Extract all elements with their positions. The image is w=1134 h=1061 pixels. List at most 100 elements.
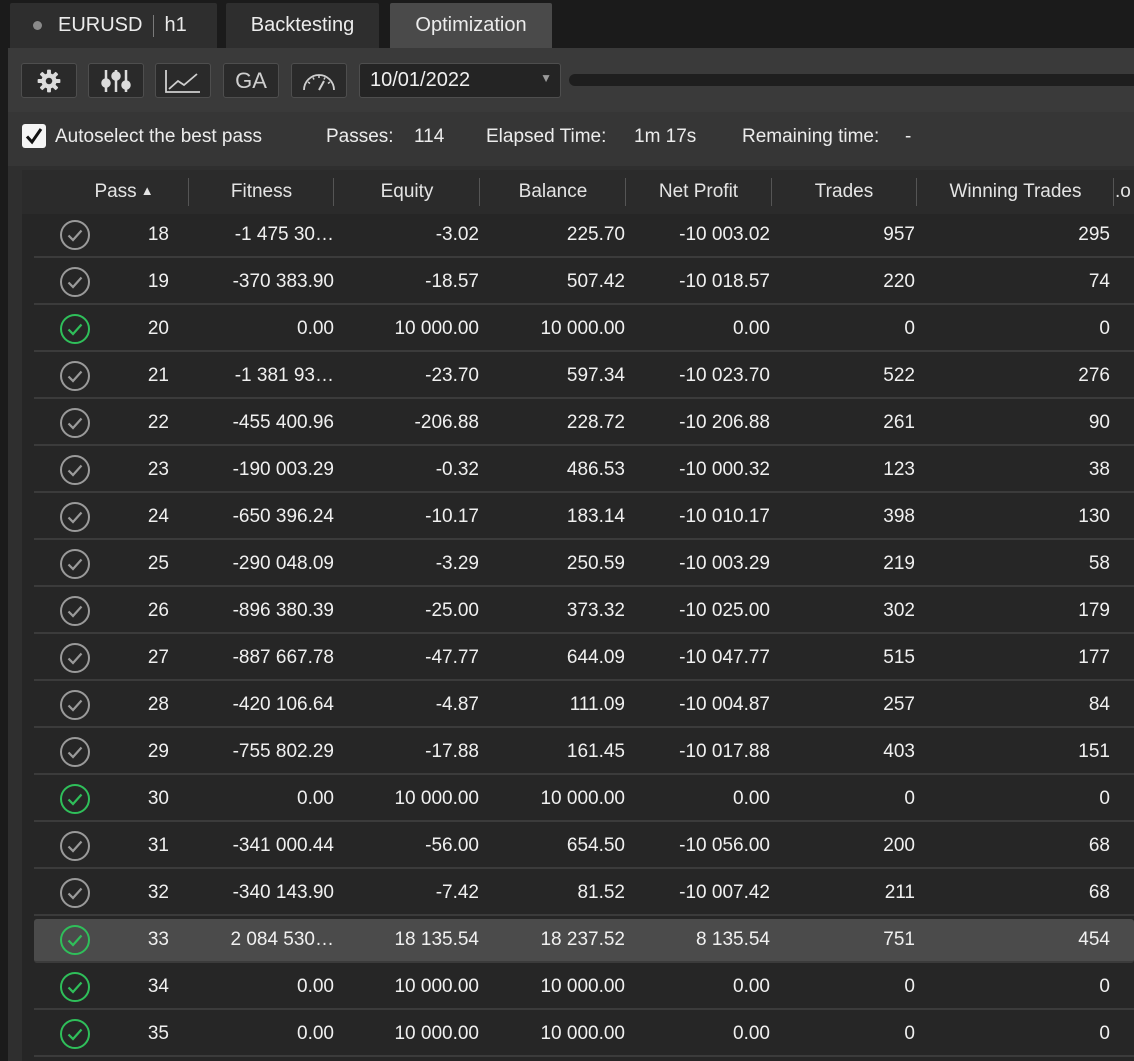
chart-button[interactable] — [155, 63, 211, 98]
cell-net-profit: -10 206.88 — [679, 412, 770, 433]
cell-winning: 276 — [1078, 365, 1110, 386]
column-header-net-profit[interactable]: Net Profit — [626, 170, 771, 214]
remaining-value: - — [905, 126, 912, 147]
cell-trades: 398 — [883, 506, 915, 527]
check-circle-icon — [59, 313, 91, 345]
cell-balance: 373.32 — [566, 600, 625, 621]
cell-net-profit: -10 003.02 — [679, 224, 770, 245]
check-circle-icon — [59, 924, 91, 956]
cell-trades: 257 — [883, 694, 915, 715]
cell-equity: 18 135.54 — [394, 929, 479, 950]
cell-winning: 74 — [1088, 271, 1110, 292]
cell-pass: 21 — [147, 365, 169, 386]
tab-symbol[interactable]: EURUSD h1 — [10, 3, 217, 48]
cell-equity: -0.32 — [435, 459, 479, 480]
table-row[interactable]: 28 -420 106.64 -4.87 111.09 -10 004.87 257 84 — [34, 684, 1134, 728]
cell-trades: 0 — [904, 788, 915, 809]
cell-net-profit: 8 135.54 — [696, 929, 770, 950]
cell-balance: 183.14 — [566, 506, 625, 527]
table-row[interactable]: 34 0.00 10 000.00 10 000.00 0.00 0 0 — [34, 966, 1134, 1010]
cell-pass: 22 — [147, 412, 169, 433]
cell-fitness: -341 000.44 — [232, 835, 334, 856]
table-row[interactable]: 32 -340 143.90 -7.42 81.52 -10 007.42 211 68 — [34, 872, 1134, 916]
speed-button[interactable] — [291, 63, 347, 98]
cell-net-profit: 0.00 — [733, 1023, 770, 1044]
cell-trades: 200 — [883, 835, 915, 856]
table-row[interactable]: 26 -896 380.39 -25.00 373.32 -10 025.00 302 17… — [34, 590, 1134, 634]
cell-winning: 454 — [1078, 929, 1110, 950]
passes-value: 114 — [414, 126, 445, 147]
cell-net-profit: -10 010.17 — [679, 506, 770, 527]
cell-winning: 68 — [1088, 882, 1110, 903]
table-row[interactable]: 30 0.00 10 000.00 10 000.00 0.00 0 0 — [34, 778, 1134, 822]
cell-winning: 90 — [1088, 412, 1110, 433]
column-header-label: .o — [1115, 181, 1131, 202]
cell-equity: -3.02 — [435, 224, 479, 245]
column-header-trades[interactable]: Trades — [772, 170, 916, 214]
column-header-overflow[interactable]: .o — [1115, 170, 1134, 214]
cell-trades: 0 — [904, 976, 915, 997]
elapsed-value: 1m 17s — [634, 126, 697, 147]
sliders-icon — [101, 69, 131, 92]
table-row[interactable]: 21 -1 381 93… -23.70 597.34 -10 023.70 522 276 — [34, 355, 1134, 399]
cell-winning: 0 — [1099, 318, 1110, 339]
cell-pass: 25 — [147, 553, 169, 574]
cell-trades: 261 — [883, 412, 915, 433]
date-select[interactable]: 10/01/2022 ▼ — [359, 63, 561, 98]
cell-fitness: 0.00 — [297, 318, 334, 339]
cell-trades: 957 — [883, 224, 915, 245]
column-header-fitness[interactable]: Fitness — [189, 170, 334, 214]
cell-balance: 10 000.00 — [540, 788, 625, 809]
table-row[interactable]: 27 -887 667.78 -47.77 644.09 -10 047.77 515 17… — [34, 637, 1134, 681]
table-row[interactable]: 20 0.00 10 000.00 10 000.00 0.00 0 0 — [34, 308, 1134, 352]
column-header-winning-trades[interactable]: Winning Trades — [917, 170, 1114, 214]
table-row[interactable]: 31 -341 000.44 -56.00 654.50 -10 056.00 200 68 — [34, 825, 1134, 869]
cell-balance: 250.59 — [566, 553, 625, 574]
cell-balance: 486.53 — [566, 459, 625, 480]
column-header-equity[interactable]: Equity — [334, 170, 480, 214]
dropdown-arrow-icon: ▼ — [540, 71, 552, 85]
cell-trades: 0 — [904, 318, 915, 339]
cell-trades: 123 — [883, 459, 915, 480]
cell-equity: 10 000.00 — [394, 318, 479, 339]
table-row[interactable]: 19 -370 383.90 -18.57 507.42 -10 018.57 220 74 — [34, 261, 1134, 305]
genetic-algorithm-button[interactable]: GA — [223, 63, 279, 98]
parameters-button[interactable] — [88, 63, 144, 98]
table-row[interactable]: 23 -190 003.29 -0.32 486.53 -10 000.32 123 38 — [34, 449, 1134, 493]
cell-winning: 179 — [1078, 600, 1110, 621]
cell-pass: 29 — [147, 741, 169, 762]
check-circle-icon — [59, 595, 91, 627]
cell-balance: 507.42 — [566, 271, 625, 292]
column-divider[interactable] — [1113, 178, 1114, 206]
cell-net-profit: -10 025.00 — [679, 600, 770, 621]
table-row[interactable]: 18 -1 475 30… -3.02 225.70 -10 003.02 957 295 — [34, 214, 1134, 258]
cell-fitness: 0.00 — [297, 788, 334, 809]
tab-backtesting[interactable]: Backtesting — [226, 3, 379, 48]
cell-trades: 0 — [904, 1023, 915, 1044]
column-header-balance[interactable]: Balance — [480, 170, 626, 214]
cell-pass: 18 — [147, 224, 169, 245]
tab-optimization[interactable]: Optimization — [390, 3, 552, 48]
progress-bar — [569, 74, 1134, 86]
table-row[interactable]: 24 -650 396.24 -10.17 183.14 -10 010.17 398 13… — [34, 496, 1134, 540]
autoselect-checkbox[interactable] — [22, 124, 46, 148]
cell-trades: 522 — [883, 365, 915, 386]
cell-net-profit: -10 004.87 — [679, 694, 770, 715]
cell-trades: 211 — [884, 882, 915, 903]
cell-fitness: -190 003.29 — [232, 459, 334, 480]
table-row[interactable]: 33 2 084 530… 18 135.54 18 237.52 8 135.54 75… — [34, 919, 1134, 963]
table-row[interactable]: 29 -755 802.29 -17.88 161.45 -10 017.88 403 15… — [34, 731, 1134, 775]
table-row[interactable]: 22 -455 400.96 -206.88 228.72 -10 206.88 261 9… — [34, 402, 1134, 446]
cell-equity: -206.88 — [414, 412, 479, 433]
table-row[interactable]: 25 -290 048.09 -3.29 250.59 -10 003.29 219 58 — [34, 543, 1134, 587]
cell-equity: 10 000.00 — [394, 788, 479, 809]
cell-winning: 0 — [1099, 788, 1110, 809]
table-row[interactable]: 35 0.00 10 000.00 10 000.00 0.00 0 0 — [34, 1013, 1134, 1057]
autoselect-label: Autoselect the best pass — [55, 126, 263, 147]
cell-winning: 130 — [1078, 506, 1110, 527]
settings-button[interactable] — [21, 63, 77, 98]
column-header-pass[interactable]: Pass ▲ — [62, 170, 186, 214]
check-circle-icon — [59, 1018, 91, 1050]
cell-trades: 403 — [883, 741, 915, 762]
check-circle-icon — [59, 548, 91, 580]
